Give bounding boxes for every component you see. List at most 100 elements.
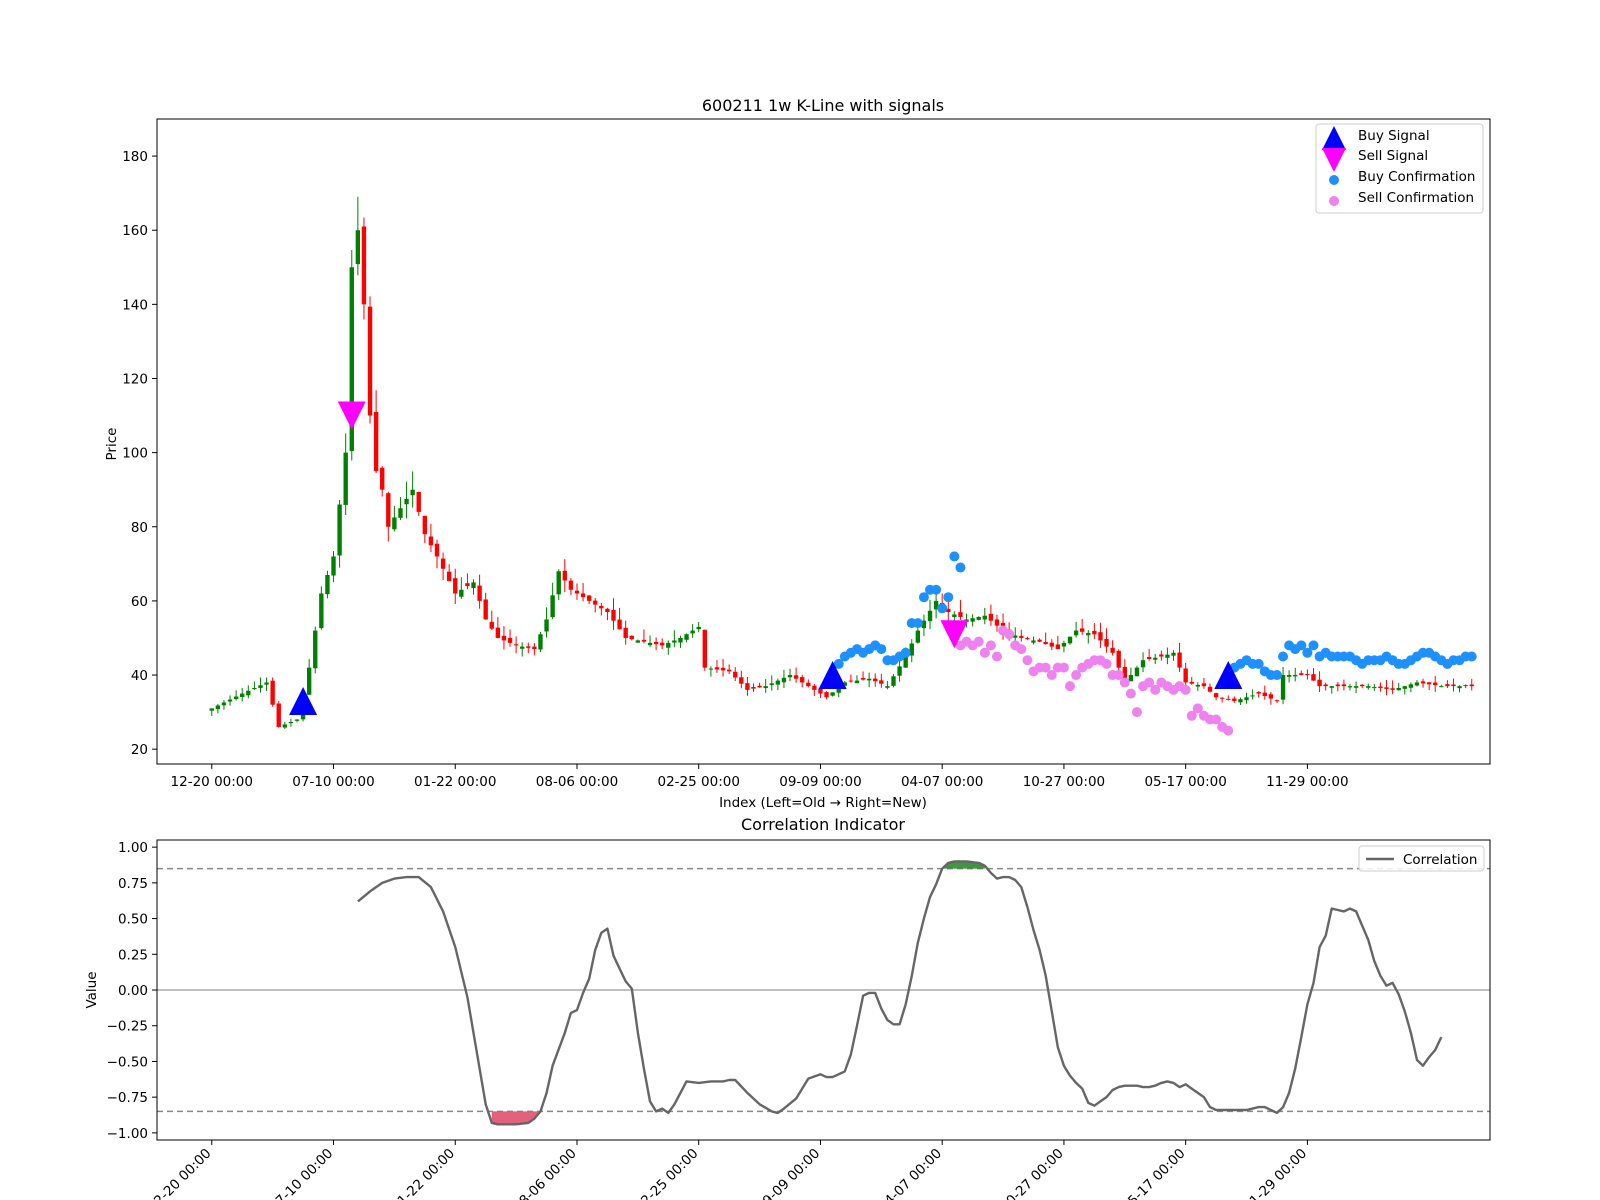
y-tick-label: 0.25 <box>118 947 148 963</box>
candle-body <box>404 498 409 505</box>
candle-body <box>1086 633 1091 636</box>
candle-body <box>1037 639 1042 642</box>
candle-body <box>1244 697 1249 701</box>
legend-sell-confirmation-label: Sell Confirmation <box>1358 190 1474 206</box>
buy-confirmation-point <box>1308 640 1319 651</box>
candle-body <box>1329 686 1334 688</box>
buy-confirmation-point <box>1466 651 1477 662</box>
candle-body <box>1019 635 1024 638</box>
candle-body <box>1098 632 1103 641</box>
candle-body <box>647 642 653 646</box>
candle-body <box>270 680 275 705</box>
candle-body <box>1104 639 1109 647</box>
candle-body <box>392 517 397 530</box>
x-tick-label: 07-10 00:00 <box>267 1146 337 1200</box>
sell-confirmation-point <box>1125 688 1136 699</box>
legend-correlation-label: Correlation <box>1403 852 1477 868</box>
candle-body <box>769 683 774 686</box>
candle-body <box>471 582 476 589</box>
candle-body <box>854 680 860 684</box>
sell-confirmation-point <box>1119 677 1130 688</box>
sell-confirmation-point <box>985 640 996 651</box>
candle-body <box>1402 686 1407 689</box>
legend-sell-signal-label: Sell Signal <box>1358 148 1428 164</box>
candle-body <box>1323 684 1328 687</box>
candle-body <box>1341 684 1347 687</box>
y-tick-label: 160 <box>122 223 148 239</box>
candle-body <box>288 721 294 724</box>
correlation-ylabel: Value <box>84 971 100 1008</box>
buy-confirmation-point <box>900 647 911 658</box>
candle-body <box>1219 697 1225 699</box>
candle-body <box>1457 686 1462 689</box>
candle-body <box>459 589 464 597</box>
candle-body <box>1073 630 1079 636</box>
candle-body <box>891 676 896 686</box>
candle-body <box>672 640 677 643</box>
candle-body <box>879 680 884 684</box>
buy-confirmation-point <box>943 592 954 603</box>
candle-body <box>1177 652 1182 668</box>
buy-confirmation-point <box>1271 670 1282 681</box>
y-tick-label: 80 <box>131 520 148 536</box>
x-tick-label: 10-27 00:00 <box>1023 774 1105 790</box>
candle-body <box>818 688 823 694</box>
candle-body <box>1250 695 1255 697</box>
candle-body <box>952 614 957 617</box>
candle-body <box>337 504 342 556</box>
candle-body <box>331 556 336 576</box>
candle-body <box>1390 688 1395 690</box>
candle-body <box>1116 650 1121 668</box>
candle-body <box>361 226 367 305</box>
signal-markers <box>289 401 1243 715</box>
y-tick-label: 1.00 <box>118 840 148 856</box>
sell-confirmation-point <box>1016 644 1027 655</box>
candle-body <box>532 646 537 650</box>
y-tick-label: 0.50 <box>118 912 148 928</box>
candle-body <box>617 619 622 630</box>
y-tick-label: −0.75 <box>107 1090 148 1106</box>
candle-body <box>355 230 361 265</box>
y-tick-label: 100 <box>122 446 148 462</box>
candle-body <box>1207 686 1213 692</box>
candle-body <box>1378 686 1383 689</box>
candle-body <box>227 699 233 702</box>
candle-body <box>873 678 878 682</box>
candle-body <box>812 685 817 690</box>
candle-body <box>733 671 738 678</box>
candle-body <box>629 635 634 640</box>
candle-body <box>1128 675 1134 682</box>
candle-body <box>976 616 981 620</box>
correlation-legend: Correlation <box>1358 845 1485 872</box>
candle-body <box>319 593 324 629</box>
candle-body <box>1031 640 1036 643</box>
candle-body <box>240 693 245 698</box>
candle-body <box>1110 647 1115 653</box>
x-tick-label: 02-25 00:00 <box>632 1146 702 1200</box>
candle-body <box>763 686 768 689</box>
candle-body <box>398 508 403 518</box>
candle-body <box>897 666 902 676</box>
candle-body <box>781 677 787 683</box>
legend-buy-signal-label: Buy Signal <box>1358 128 1430 144</box>
sell-confirmation-point <box>991 651 1002 662</box>
candle-body <box>209 708 214 711</box>
legend-sell-confirmation-marker <box>1329 196 1339 206</box>
candle-body <box>489 621 494 629</box>
candle-body <box>1274 700 1280 702</box>
candle-body <box>313 630 318 669</box>
candle-body <box>599 605 604 609</box>
x-tick-label: 12-20 00:00 <box>145 1146 215 1200</box>
candle-body <box>666 642 671 648</box>
legend-buy-confirmation-label: Buy Confirmation <box>1358 169 1475 185</box>
candle-body <box>660 642 665 646</box>
y-tick-label: 120 <box>122 371 148 387</box>
candle-body <box>787 675 793 678</box>
candle-body <box>970 618 975 622</box>
candle-body <box>550 595 555 618</box>
candle-body <box>915 630 921 643</box>
candle-body <box>745 683 750 690</box>
candle-body <box>1171 652 1176 656</box>
candle-body <box>434 543 440 557</box>
correlation-panel: Correlation Indicator Value −1.00 −0.75 −0… <box>84 815 1491 1200</box>
